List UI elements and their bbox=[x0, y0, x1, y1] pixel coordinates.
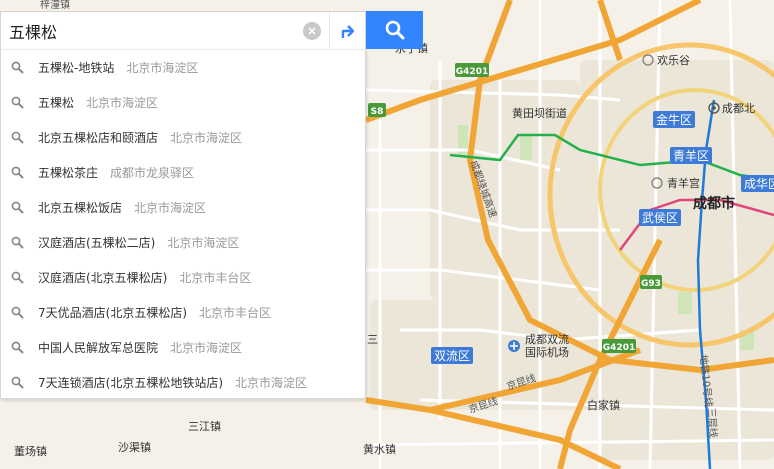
search-icon bbox=[11, 96, 24, 109]
district-wuhou: 武侯区 bbox=[642, 211, 678, 225]
suggestion-area: 北京市丰台区 bbox=[199, 306, 272, 320]
suggestion-area: 北京市海淀区 bbox=[235, 376, 308, 390]
suggestion-name: 五棵松 bbox=[38, 96, 75, 110]
suggestion-name: 7天优品酒店(北京五棵松店) bbox=[38, 306, 187, 320]
search-box bbox=[0, 11, 366, 49]
suggestion-area: 北京市海淀区 bbox=[167, 236, 240, 250]
map-label-huanletu: 欢乐谷 bbox=[657, 53, 690, 67]
map-label-xianglin: 梓潼镇 bbox=[40, 0, 70, 11]
map-label-qingyanggong: 青羊宫 bbox=[667, 176, 700, 190]
district-jinniu: 金牛区 bbox=[656, 112, 692, 127]
map-label-huangtianba: 黄田坝街道 bbox=[512, 106, 567, 120]
suggestion-item[interactable]: 五棵松 北京市海淀区 bbox=[1, 85, 365, 120]
suggestion-name: 7天连锁酒店(北京五棵松地铁站店) bbox=[38, 376, 223, 390]
search-icon bbox=[11, 341, 24, 354]
map-label-airport-a: 成都双流 bbox=[525, 332, 569, 346]
map-label-baijia: 白家镇 bbox=[587, 398, 620, 412]
search-icon bbox=[11, 236, 24, 249]
search-icon bbox=[11, 166, 24, 179]
search-icon bbox=[11, 306, 24, 319]
search-icon bbox=[11, 271, 24, 284]
suggestion-list: 五棵松-地铁站 北京市海淀区 五棵松 北京市海淀区 北京五棵松店和颐酒店 北京市… bbox=[0, 49, 366, 399]
map-label-sanshu: 三 bbox=[367, 333, 378, 346]
suggestion-item[interactable]: 中国人民解放军总医院 北京市海淀区 bbox=[1, 330, 365, 365]
map-label-huangshui: 黄水镇 bbox=[363, 442, 396, 456]
map-label-chengdu: 成都市 bbox=[693, 195, 735, 212]
suggestion-area: 北京市海淀区 bbox=[86, 96, 159, 110]
suggestion-item[interactable]: 北京五棵松店和颐酒店 北京市海淀区 bbox=[1, 120, 365, 155]
suggestion-item[interactable]: 北京五棵松饭店 北京市海淀区 bbox=[1, 190, 365, 225]
shield-g4201-top: G4201 bbox=[456, 67, 488, 77]
map-label-airport-b: 国际机场 bbox=[525, 345, 569, 359]
suggestion-item[interactable]: 五棵松-地铁站 北京市海淀区 bbox=[1, 50, 365, 85]
map-label-chaoyang: 董场镇 bbox=[14, 444, 47, 458]
suggestion-area: 北京市海淀区 bbox=[126, 61, 199, 75]
search-icon bbox=[385, 20, 404, 40]
suggestion-item[interactable]: 7天连锁酒店(北京五棵松地铁站店) 北京市海淀区 bbox=[1, 365, 365, 400]
map-label-sanjiang: 三江镇 bbox=[188, 419, 221, 433]
suggestion-area: 北京市海淀区 bbox=[170, 341, 243, 355]
suggestion-area: 北京市丰台区 bbox=[179, 271, 252, 285]
search-input[interactable] bbox=[1, 12, 303, 49]
route-icon bbox=[341, 24, 354, 38]
suggestion-name: 汉庭酒店(北京五棵松店) bbox=[38, 271, 168, 285]
suggestion-area: 北京市海淀区 bbox=[170, 131, 243, 145]
suggestion-item[interactable]: 汉庭酒店(五棵松二店) 北京市海淀区 bbox=[1, 225, 365, 260]
search-icon bbox=[11, 376, 24, 389]
route-button[interactable] bbox=[329, 12, 365, 49]
suggestion-name: 中国人民解放军总医院 bbox=[38, 341, 159, 355]
search-icon bbox=[11, 131, 24, 144]
clear-icon[interactable] bbox=[303, 21, 321, 40]
search-icon bbox=[11, 201, 24, 214]
suggestion-name: 五棵松茶庄 bbox=[38, 166, 99, 180]
suggestion-area: 北京市海淀区 bbox=[134, 201, 207, 215]
map-label-shaqu: 沙渠镇 bbox=[118, 440, 151, 454]
search-icon bbox=[11, 61, 24, 74]
suggestion-name: 北京五棵松店和颐酒店 bbox=[38, 131, 159, 145]
suggestion-item[interactable]: 五棵松茶庄 成都市龙泉驿区 bbox=[1, 155, 365, 190]
suggestion-item[interactable]: 汉庭酒店(北京五棵松店) 北京市丰台区 bbox=[1, 260, 365, 295]
suggestion-name: 北京五棵松饭店 bbox=[38, 201, 123, 215]
district-qingyang: 青羊区 bbox=[673, 148, 709, 163]
suggestion-area: 成都市龙泉驿区 bbox=[110, 166, 195, 180]
search-button[interactable] bbox=[366, 11, 423, 49]
district-chenghua: 成华区 bbox=[744, 177, 774, 191]
shield-g93: G93 bbox=[641, 279, 661, 289]
district-shuangliu: 双流区 bbox=[434, 349, 470, 363]
suggestion-name: 汉庭酒店(五棵松二店) bbox=[38, 236, 156, 250]
shield-g4201-bottom: G4201 bbox=[603, 343, 635, 353]
airport-icon bbox=[508, 340, 520, 352]
shield-s8: S8 bbox=[371, 107, 384, 117]
suggestion-name: 五棵松-地铁站 bbox=[38, 61, 115, 75]
map-label-chengdubei: 成都北 bbox=[722, 102, 755, 115]
suggestion-item[interactable]: 7天优品酒店(北京五棵松店) 北京市丰台区 bbox=[1, 295, 365, 330]
